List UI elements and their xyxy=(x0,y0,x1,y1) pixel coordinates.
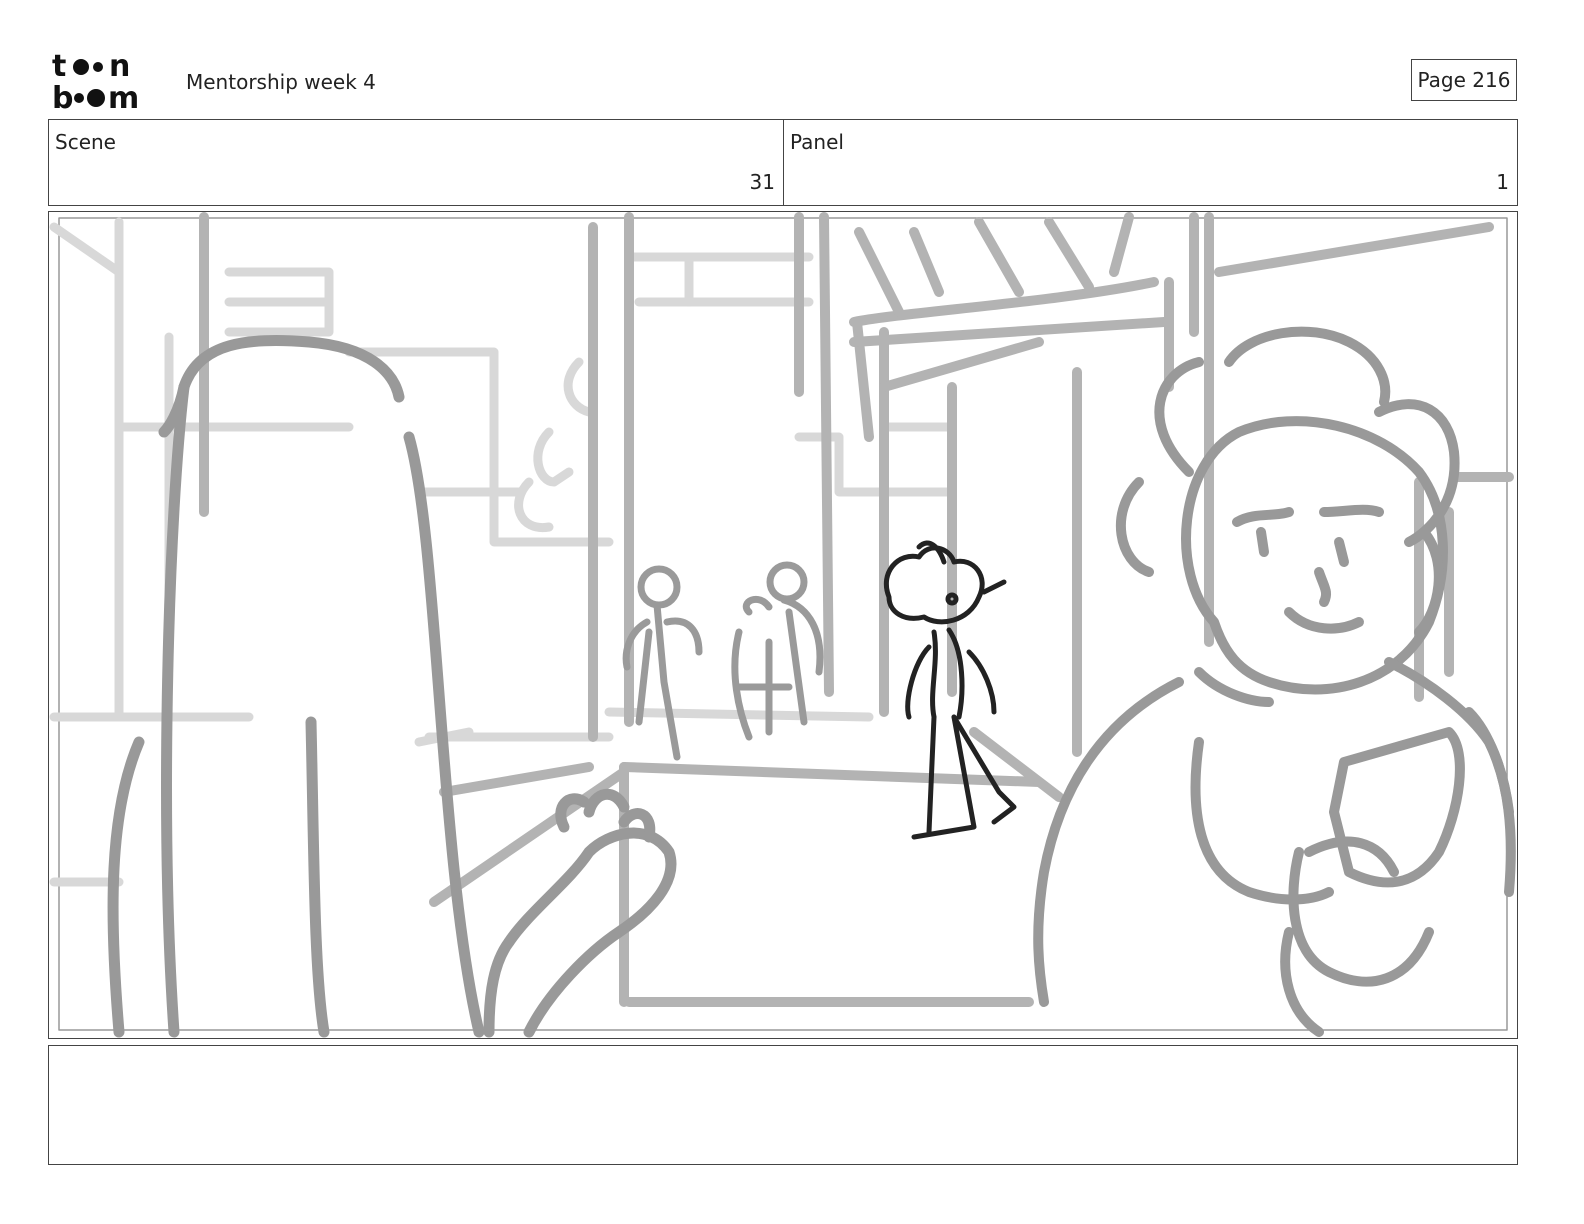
scene-panel-info: Scene 31 Panel 1 xyxy=(48,119,1518,206)
document-title: Mentorship week 4 xyxy=(186,70,376,94)
storyboard-panel xyxy=(48,211,1518,1039)
background-kids xyxy=(622,561,824,761)
panel-cell: Panel 1 xyxy=(784,120,1517,205)
panel-number: 1 xyxy=(1496,170,1509,194)
page-number: Page 216 xyxy=(1411,59,1517,101)
svg-text:n: n xyxy=(109,50,130,84)
scene-number: 31 xyxy=(749,170,775,194)
storyboard-sketch xyxy=(49,212,1516,1038)
toonboom-logo: t n b m xyxy=(52,50,164,112)
foreground-left-person xyxy=(107,335,677,1038)
scene-cell: Scene 31 xyxy=(49,120,784,205)
svg-text:b: b xyxy=(52,81,73,112)
panel-notes xyxy=(48,1045,1518,1165)
panel-label: Panel xyxy=(790,130,844,154)
foreground-right-woman xyxy=(1033,326,1516,1037)
scene-label: Scene xyxy=(55,130,116,154)
svg-text:m: m xyxy=(108,81,139,112)
svg-text:t: t xyxy=(52,50,66,84)
